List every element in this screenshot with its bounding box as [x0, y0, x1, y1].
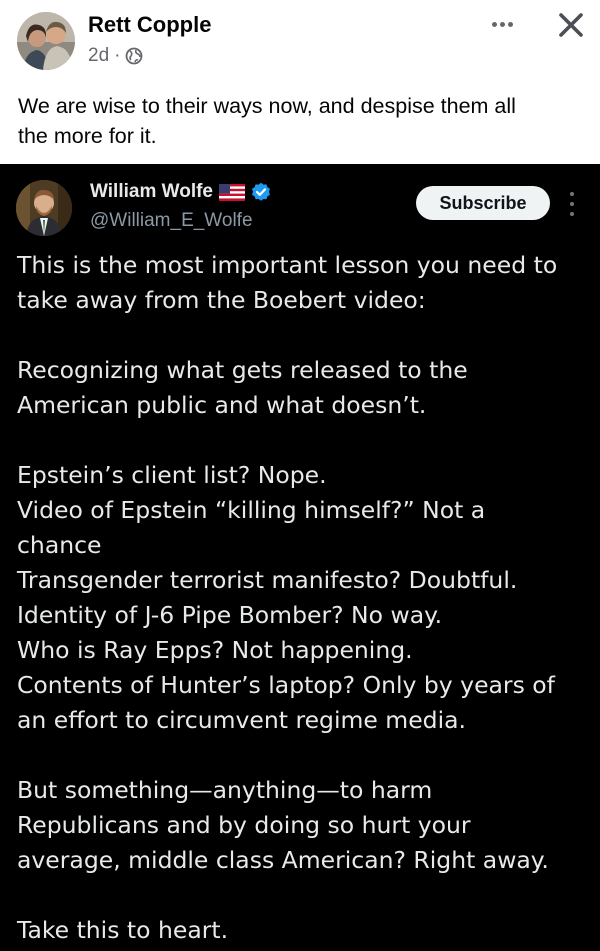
- tweet-body: This is the most important lesson you ne…: [17, 248, 592, 948]
- tweet-line: Who is Ray Epps? Not happening.: [17, 636, 413, 664]
- tweet-line: an effort to circumvent regime media.: [17, 706, 466, 734]
- tweet-author-avatar: [16, 180, 72, 236]
- tweet-line: This is the most important lesson you ne…: [17, 251, 558, 279]
- more-dot: [570, 212, 574, 216]
- tweet-line: Identity of J-6 Pipe Bomber? No way.: [17, 601, 443, 629]
- meta-separator: ·: [114, 45, 121, 66]
- post-header: Rett Copple 2d ·: [0, 0, 600, 88]
- more-vertical-icon: [566, 192, 578, 216]
- embedded-tweet-image[interactable]: William Wolfe @William_E_Wolfe Subscribe…: [0, 164, 600, 951]
- tweet-author-name: William Wolfe: [90, 181, 213, 202]
- post-time[interactable]: 2d: [88, 45, 109, 67]
- author-avatar[interactable]: [17, 12, 75, 70]
- tweet-author-name-row: William Wolfe: [90, 181, 271, 203]
- tweet-author-handle: @William_E_Wolfe: [90, 210, 253, 231]
- tweet-line: chance: [17, 531, 102, 559]
- post-caption: We are wise to their ways now, and despi…: [18, 91, 578, 151]
- more-dot: [507, 21, 513, 27]
- tweet-line: Republicans and by doing so hurt your: [17, 811, 471, 839]
- tweet-line: Video of Epstein “killing himself?” Not …: [17, 496, 486, 524]
- us-flag-icon: [219, 183, 245, 201]
- caption-line: the more for it.: [18, 124, 157, 148]
- caption-line: We are wise to their ways now, and despi…: [18, 94, 516, 118]
- globe-icon: [125, 47, 143, 65]
- tweet-line: Recognizing what gets released to the: [17, 356, 468, 384]
- tweet-line: Epstein’s client list? Nope.: [17, 461, 327, 489]
- tweet-line: American public and what doesn’t.: [17, 391, 427, 419]
- tweet-line: Transgender terrorist manifesto? Doubtfu…: [17, 566, 518, 594]
- close-button[interactable]: [554, 8, 588, 42]
- more-horizontal-icon: [491, 21, 497, 27]
- more-dot: [570, 202, 574, 206]
- tweet-line: average, middle class American? Right aw…: [17, 846, 549, 874]
- more-options-button[interactable]: [486, 12, 518, 36]
- tweet-line: Take this to heart.: [17, 916, 229, 944]
- tweet-line: But something—anything—to harm: [17, 776, 433, 804]
- post-meta: 2d ·: [88, 45, 143, 67]
- verified-badge-icon: [251, 182, 271, 202]
- more-dot: [499, 21, 505, 27]
- subscribe-button: Subscribe: [416, 186, 550, 220]
- close-icon: [559, 13, 583, 37]
- author-name[interactable]: Rett Copple: [88, 12, 211, 38]
- tweet-line: take away from the Boebert video:: [17, 286, 426, 314]
- tweet-line: Contents of Hunter’s laptop? Only by yea…: [17, 671, 555, 699]
- more-dot: [570, 192, 574, 196]
